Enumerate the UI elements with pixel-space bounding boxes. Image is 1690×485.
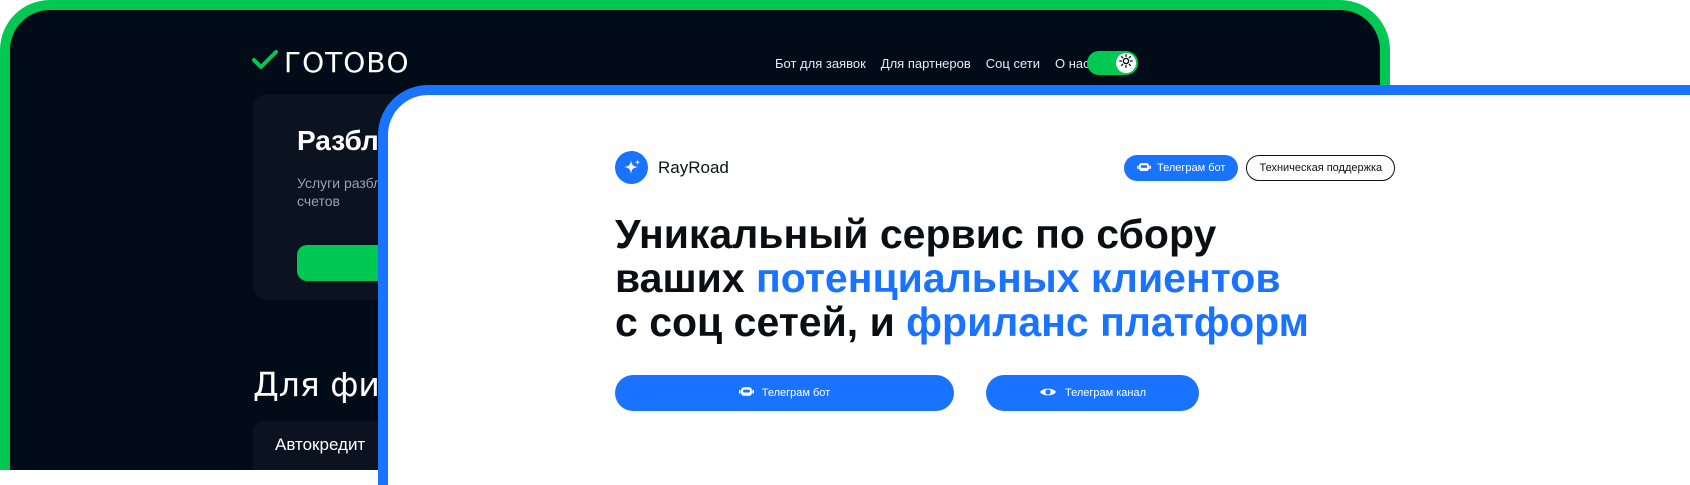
telegram-channel-cta-label: Телеграм канал: [1064, 387, 1147, 399]
logo-text: ГОТОВО: [284, 45, 410, 79]
dark-nav: Бот для заявок Для партнеров Соц сети О …: [775, 56, 1090, 71]
rayroad-logo[interactable]: RayRoad: [615, 151, 729, 184]
heading-line-1: Уникальный сервис по сбору: [615, 211, 1217, 257]
telegram-bot-cta-label: Телеграм бот: [761, 387, 831, 399]
sun-icon: [1119, 53, 1133, 73]
eye-icon: [1039, 386, 1057, 401]
service-row-label: Автокредит: [275, 435, 366, 454]
heading-line-3-accent: фриланс платформ: [906, 299, 1310, 345]
robot-icon: [1137, 161, 1151, 176]
support-button[interactable]: Техническая поддержка: [1246, 155, 1396, 181]
telegram-bot-cta-button[interactable]: Телеграм бот: [615, 375, 954, 411]
nav-item-bot[interactable]: Бот для заявок: [775, 56, 866, 71]
logo-text: RayRoad: [658, 157, 729, 177]
theme-toggle[interactable]: [1087, 51, 1138, 75]
heading-line-3-plain: с соц сетей, и: [615, 299, 907, 345]
telegram-bot-header-button[interactable]: Телеграм бот: [1124, 155, 1239, 181]
nav-item-partners[interactable]: Для партнеров: [881, 56, 971, 71]
telegram-channel-cta-button[interactable]: Телеграм канал: [986, 375, 1199, 411]
nav-item-about[interactable]: О нас: [1055, 56, 1090, 71]
light-site-frame: RayRoad Телеграм бот Техническая поддерж…: [378, 85, 1690, 485]
gotovo-logo[interactable]: ГОТОВО: [252, 42, 410, 82]
heading-line-2: ваших потенциальных клиентов: [615, 256, 1375, 300]
nav-item-social[interactable]: Соц сети: [986, 56, 1040, 71]
sparkle-icon: [615, 151, 648, 184]
telegram-bot-header-label: Телеграм бот: [1157, 162, 1226, 174]
checkmark-icon: [252, 49, 278, 76]
heading-line-2-accent: потенциальных клиентов: [756, 255, 1281, 301]
hero-heading: Уникальный сервис по сбору ваших потенци…: [615, 212, 1375, 344]
support-label: Техническая поддержка: [1259, 162, 1383, 174]
header-actions: Телеграм бот Техническая поддержка: [1124, 155, 1396, 181]
heading-line-3: с соц сетей, и фриланс платформ: [615, 300, 1375, 344]
robot-icon: [738, 385, 754, 401]
heading-line-2-plain: ваших: [615, 255, 757, 301]
light-site-page: RayRoad Телеграм бот Техническая поддерж…: [388, 95, 1690, 485]
theme-toggle-knob: [1116, 53, 1136, 73]
